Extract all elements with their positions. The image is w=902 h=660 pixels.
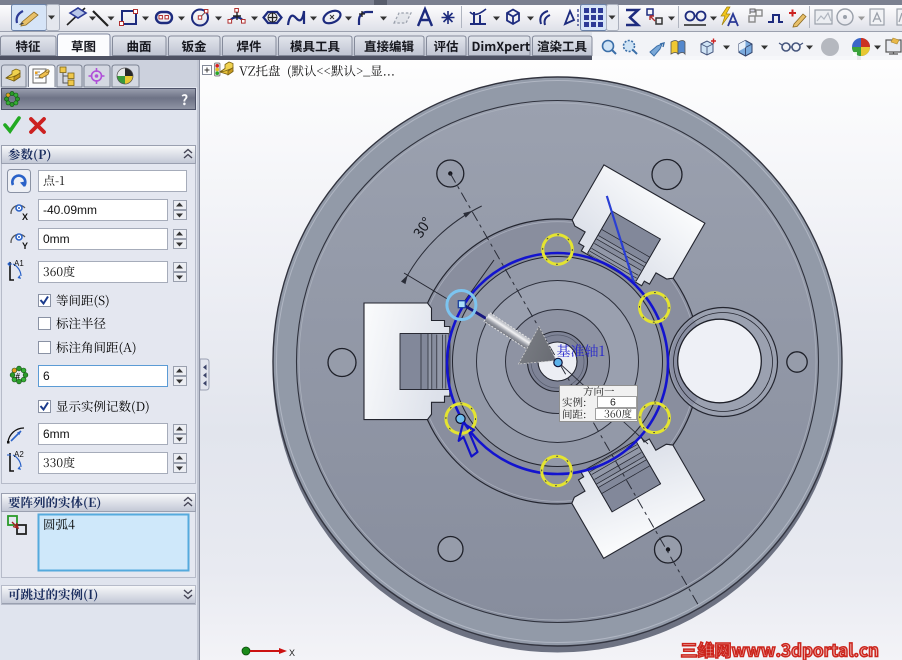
- svg-text:A1: A1: [14, 259, 24, 268]
- svg-text:0mm: 0mm: [43, 232, 70, 246]
- svg-text:A2: A2: [14, 450, 24, 459]
- svg-text:-40.09mm: -40.09mm: [43, 203, 97, 217]
- svg-text:#: #: [16, 372, 21, 381]
- svg-text:Y: Y: [22, 241, 28, 251]
- svg-text:X: X: [22, 212, 28, 222]
- svg-text:6: 6: [43, 369, 50, 383]
- svg-text:6: 6: [610, 397, 616, 409]
- svg-text:X: X: [289, 648, 295, 658]
- svg-text:6mm: 6mm: [43, 427, 70, 441]
